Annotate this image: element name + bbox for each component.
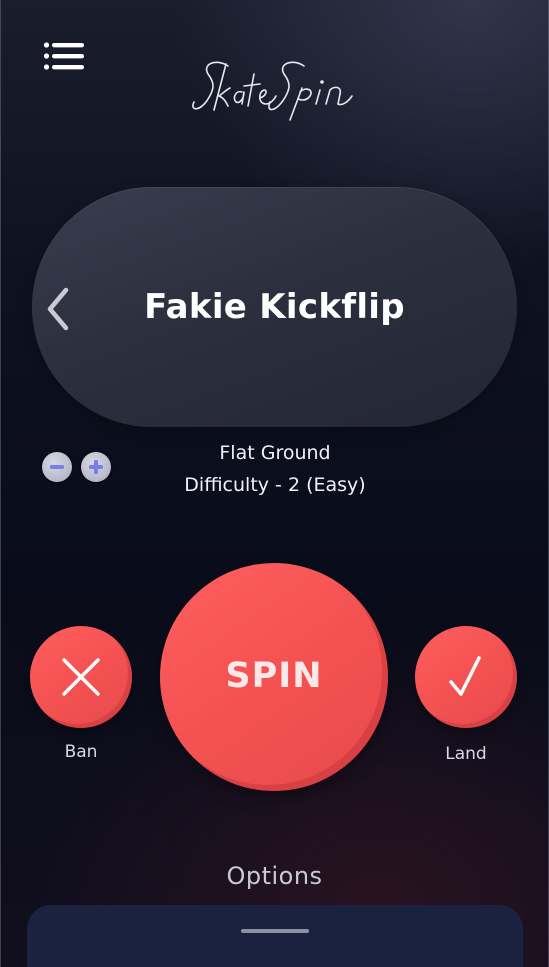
trick-name: Fakie Kickflip [144,287,405,327]
menu-button[interactable] [43,41,85,73]
trick-difficulty: Difficulty - 2 (Easy) [184,474,366,496]
trick-stance: Flat Ground [219,442,331,464]
options-sheet[interactable] [27,905,523,967]
options-title: Options [226,862,323,890]
hamburger-menu-icon [43,42,84,70]
increase-difficulty-button[interactable] [81,452,111,482]
land-button[interactable] [415,626,517,728]
land-label: Land [445,744,487,764]
decrease-difficulty-button[interactable] [42,452,72,482]
sheet-drag-handle[interactable] [241,929,309,933]
screen-edge-left [0,0,1,967]
close-x-icon [62,658,100,696]
plus-icon [89,460,103,474]
spin-label: SPIN [225,656,323,696]
ban-button[interactable] [30,626,132,728]
spin-button[interactable]: SPIN [160,563,388,791]
minus-icon [50,465,64,469]
ban-label: Ban [64,742,98,762]
checkmark-icon [449,656,481,696]
app-logo [186,52,364,124]
